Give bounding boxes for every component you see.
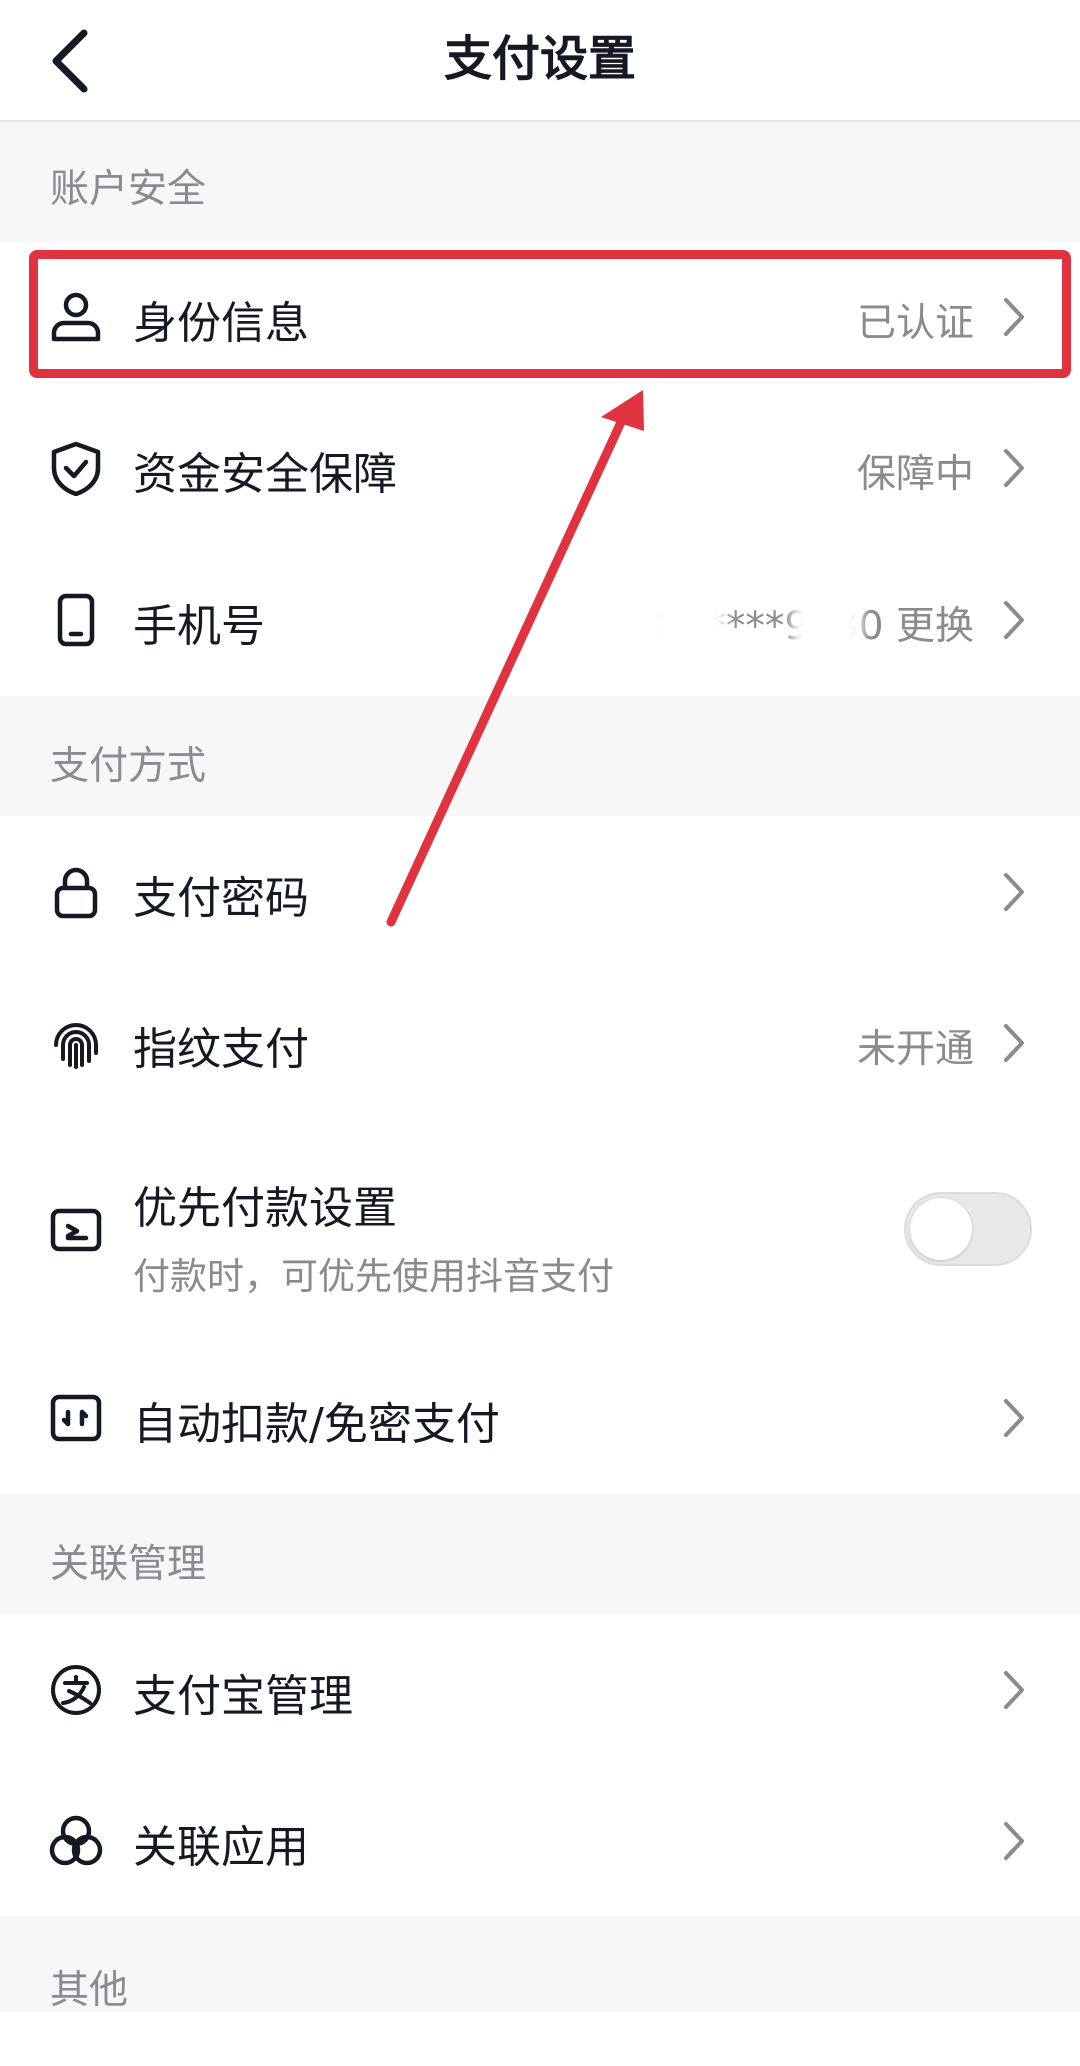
linked-apps-icon	[48, 1813, 104, 1869]
row-label: 指纹支付	[133, 1024, 309, 1075]
priority-payment-toggle[interactable]	[904, 1192, 1032, 1266]
row-subtitle: 付款时，可优先使用抖音支付	[133, 1255, 614, 1298]
row-label: 关联应用	[133, 1822, 309, 1873]
row-fingerprint-pay[interactable]: 指纹支付 未开通	[0, 968, 1080, 1118]
card-priority-icon	[48, 1202, 104, 1258]
row-fund-security[interactable]: 资金安全保障 保障中	[0, 392, 1080, 544]
lock-icon	[48, 864, 104, 920]
row-phone-number[interactable]: 手机号 87****9830 更换	[0, 544, 1080, 696]
top-nav-bar: 支付设置	[0, 0, 1080, 122]
section-title: 支付方式	[50, 744, 207, 789]
phone-icon	[48, 592, 104, 648]
row-label: 资金安全保障	[133, 449, 397, 500]
section-header-payment-methods: 支付方式	[0, 696, 1080, 816]
row-auto-debit[interactable]: 自动扣款/免密支付	[0, 1342, 1080, 1494]
chevron-right-icon	[1002, 1820, 1026, 1862]
fingerprint-icon	[48, 1015, 104, 1071]
alipay-icon	[48, 1662, 104, 1718]
shield-check-icon	[48, 440, 104, 496]
row-priority-payment: 优先付款设置 付款时，可优先使用抖音支付	[0, 1118, 1080, 1342]
section-header-other: 其他	[0, 1916, 1080, 2013]
fingerprint-status: 未开通	[856, 1027, 974, 1072]
row-label: 自动扣款/免密支付	[133, 1399, 500, 1450]
chevron-right-icon	[1002, 599, 1026, 641]
chevron-right-icon	[1002, 871, 1026, 913]
row-payment-password[interactable]: 支付密码	[0, 816, 1080, 968]
section-title: 账户安全	[50, 167, 207, 212]
privacy-blur	[650, 594, 726, 658]
row-alipay-management[interactable]: 支付宝管理	[0, 1614, 1080, 1766]
chevron-right-icon	[1002, 1397, 1026, 1439]
section-title: 其他	[50, 1968, 129, 2013]
row-label: 手机号	[133, 601, 265, 652]
section-header-account-security: 账户安全	[0, 122, 1080, 242]
protection-status: 保障中	[856, 452, 974, 497]
auto-pay-icon	[48, 1390, 104, 1446]
toggle-knob	[910, 1198, 972, 1260]
section-header-linked-management: 关联管理	[0, 1494, 1080, 1614]
page-title: 支付设置	[443, 31, 636, 87]
chevron-right-icon	[1002, 447, 1026, 489]
row-label: 支付密码	[133, 873, 309, 924]
section-title: 关联管理	[50, 1542, 207, 1587]
privacy-blur	[792, 594, 862, 658]
chevron-right-icon	[1002, 1669, 1026, 1711]
row-linked-apps[interactable]: 关联应用	[0, 1766, 1080, 1916]
row-label: 支付宝管理	[133, 1671, 353, 1722]
annotation-highlight-box	[29, 250, 1071, 378]
row-label: 优先付款设置	[133, 1183, 397, 1234]
chevron-right-icon	[1002, 1022, 1026, 1064]
